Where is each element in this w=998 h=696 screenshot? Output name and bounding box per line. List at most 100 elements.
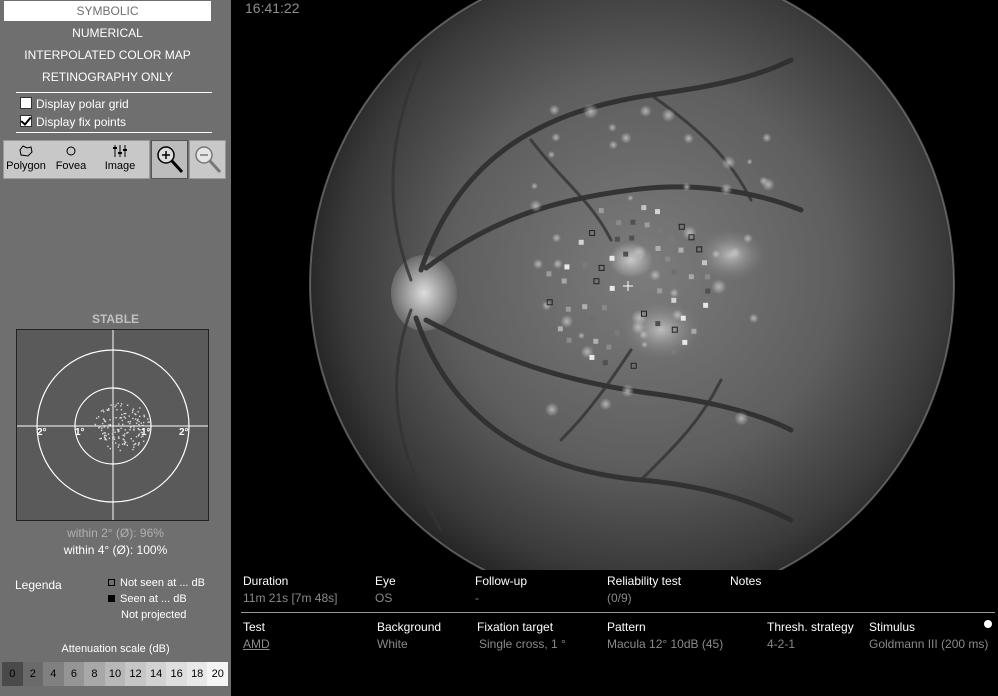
stimulus-point — [614, 236, 620, 242]
fixation-point — [143, 414, 145, 416]
fixation-point — [97, 416, 100, 418]
druse-spot — [560, 314, 574, 328]
stimulus-point — [641, 205, 647, 211]
display-fix-points-checkbox[interactable]: Display fix points — [20, 114, 126, 130]
fixation-point — [113, 436, 115, 438]
fixation-point — [107, 445, 109, 448]
attenuation-cell: 14 — [145, 662, 167, 686]
stimulus-point — [598, 208, 604, 214]
attenuation-scale: 0 2 4 6 8 10 12 14 16 18 20 — [2, 662, 229, 686]
stimulus-point — [643, 238, 649, 244]
druse-spot — [729, 247, 741, 259]
stimulus-point — [655, 321, 661, 327]
stimulus-dot-icon — [984, 620, 992, 628]
fixation-point — [103, 411, 105, 413]
polygon-icon — [4, 141, 48, 160]
druse-spot — [720, 183, 733, 196]
image-tool-label: Image — [104, 160, 136, 172]
stimulus-point — [564, 264, 570, 270]
fixation-point — [100, 429, 103, 432]
stimulus-point — [680, 315, 686, 321]
stimulus-point — [582, 262, 588, 268]
fixation-point — [120, 427, 122, 429]
druse-spot — [530, 182, 538, 190]
ring-label-1-left: 1° — [75, 427, 85, 438]
fixation-point — [138, 423, 140, 426]
fixation-point — [130, 425, 132, 427]
follow-up-value: - — [475, 591, 479, 605]
stimulus-point — [669, 236, 675, 242]
stimulus-point — [644, 222, 650, 228]
fixation-point — [119, 417, 121, 419]
druse-spot — [599, 398, 612, 411]
stimulus-point — [609, 255, 615, 261]
ring-label-2-left: 2° — [37, 427, 47, 438]
attenuation-cell: 12 — [125, 662, 146, 686]
fixation-point — [112, 417, 115, 419]
polygon-tool-button[interactable]: Polygon — [4, 141, 48, 178]
attenuation-cell: 8 — [84, 662, 105, 686]
image-tool-button[interactable]: Image — [96, 141, 144, 178]
fixation-point — [102, 418, 105, 420]
fovea-tool-button[interactable]: Fovea — [50, 141, 92, 178]
info-threshold-strategy: Thresh. strategy 4-2-1 — [767, 620, 854, 651]
fixation-point — [132, 417, 134, 420]
mode-interpolated-color-map-button[interactable]: INTERPOLATED COLOR MAP — [4, 45, 211, 65]
fixation-point — [124, 429, 126, 431]
checkbox-unchecked[interactable] — [20, 97, 32, 109]
stimulus-point — [589, 354, 595, 360]
fixation-point — [104, 420, 106, 422]
stimulus-point — [566, 337, 572, 343]
stimulus-point — [623, 251, 629, 257]
fixation-point — [126, 444, 128, 446]
fixation-point — [127, 431, 129, 434]
mode-symbolic-button[interactable]: SYMBOLIC — [4, 1, 211, 21]
druse-spot — [761, 177, 775, 191]
fixation-point — [132, 448, 134, 451]
mode-retinography-only-button[interactable]: RETINOGRAPHY ONLY — [4, 67, 211, 87]
sidebar: SYMBOLIC NUMERICAL INTERPOLATED COLOR MA… — [0, 0, 231, 696]
fundus-image[interactable] — [231, 0, 998, 607]
druse-spot — [627, 195, 634, 201]
fixation-point — [129, 422, 131, 425]
reliability-label: Reliability test — [607, 574, 682, 588]
stimulus-point — [549, 257, 555, 263]
fixation-point — [121, 419, 123, 422]
druse-spot — [661, 108, 676, 123]
fixation-point — [109, 447, 111, 450]
info-test: Test AMD — [243, 620, 270, 651]
checkbox-checked[interactable] — [20, 115, 32, 127]
fixation-point — [138, 420, 140, 423]
druse-spot — [582, 103, 599, 120]
fixation-point — [135, 422, 138, 424]
fixation-point — [118, 436, 120, 438]
zoom-out-button[interactable] — [189, 140, 226, 179]
fixation-point — [148, 421, 151, 423]
test-link[interactable]: AMD — [243, 637, 270, 651]
mode-numerical-button[interactable]: NUMERICAL — [4, 23, 211, 43]
fixation-point — [108, 409, 110, 411]
filled-square-icon — [108, 595, 115, 602]
legend-item-not-seen: Not seen at ... dB — [108, 577, 205, 589]
druse-spot — [649, 269, 661, 281]
fixation-point — [102, 433, 104, 435]
legend-item-not-projected: Not projected — [121, 609, 187, 621]
druse-spot — [577, 332, 585, 340]
zoom-in-button[interactable] — [151, 140, 188, 179]
fixation-point — [142, 424, 144, 427]
fixation-point — [120, 405, 122, 407]
attenuation-cell: 6 — [63, 662, 85, 686]
divider — [16, 132, 212, 133]
timestamp: 16:41:22 — [245, 0, 300, 16]
druse-spot — [711, 279, 727, 295]
stimulus-point — [565, 306, 571, 312]
druse-spot — [711, 249, 721, 259]
stimulus-point — [657, 228, 663, 234]
stimulus-label: Stimulus — [869, 620, 916, 634]
druse-spot — [682, 182, 691, 192]
stimulus-point — [678, 247, 684, 253]
stimulus-point — [582, 304, 588, 310]
display-polar-grid-checkbox[interactable]: Display polar grid — [20, 96, 129, 112]
fixation-point — [110, 404, 112, 406]
fixation-point — [117, 446, 119, 448]
